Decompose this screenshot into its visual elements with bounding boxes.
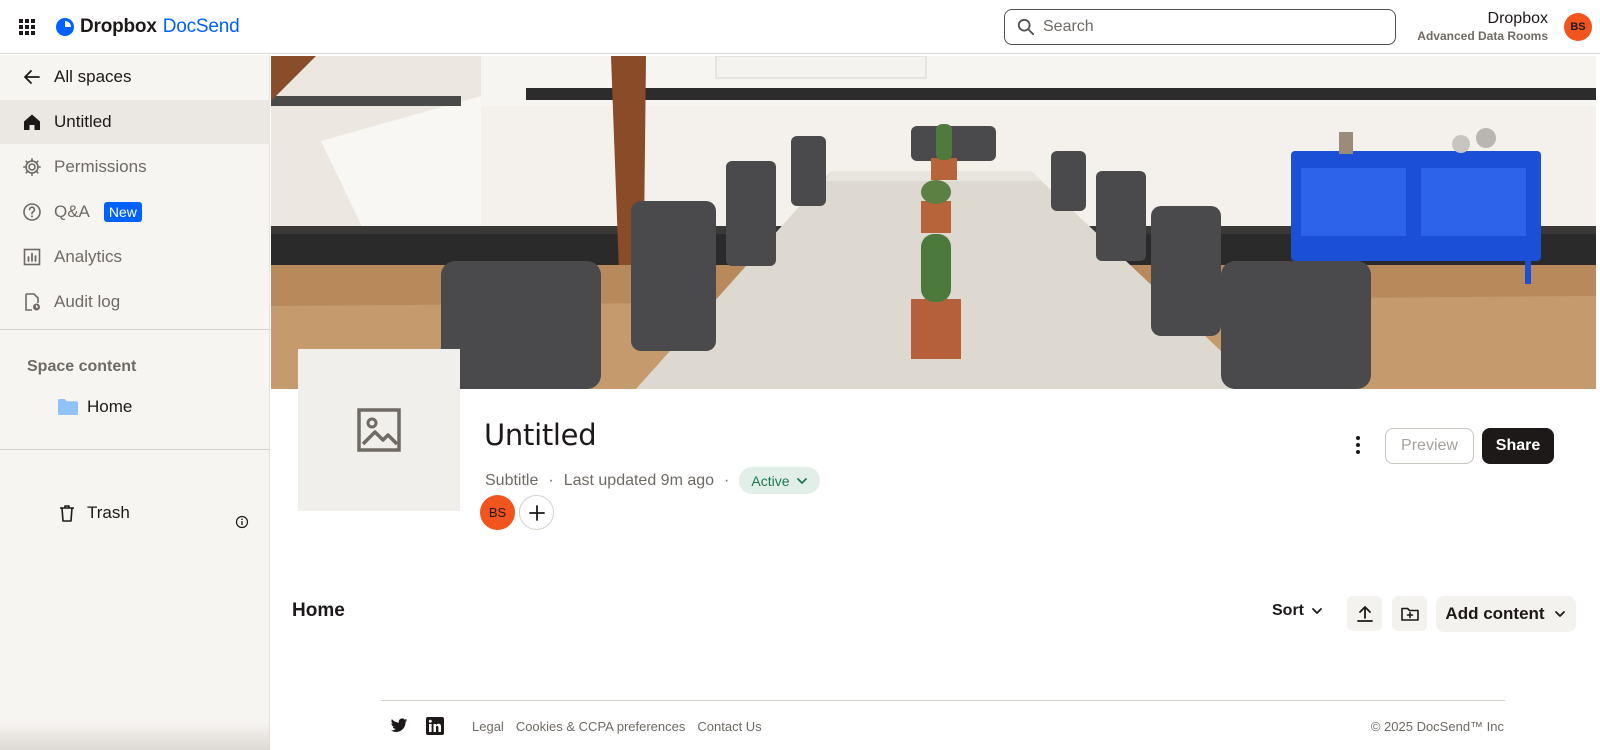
arrow-left-icon [24,70,40,84]
footer-link-legal[interactable]: Legal [472,719,504,734]
sidebar-item-label: Q&A [54,202,90,221]
top-bar: Dropbox DocSend Dropbox Advanced Data Ro… [0,0,1600,54]
audit-icon [25,293,40,311]
user-avatar[interactable]: BS [1564,13,1592,41]
space-logo-placeholder[interactable] [298,349,460,511]
copyright: © 2025 DocSend™ Inc [1370,718,1504,734]
status-label: Active [751,472,790,489]
sidebar-item-label: Untitled [54,112,112,131]
meta-separator: · [724,471,730,489]
all-spaces-link[interactable]: All spaces [0,55,270,99]
footer-link-contact[interactable]: Contact Us [697,719,761,734]
sidebar-divider [0,449,270,450]
image-placeholder-icon [357,408,401,452]
docsend-logo-icon [56,18,74,36]
plus-icon [528,504,545,521]
sidebar-shadow [0,722,270,750]
space-content-heading: Space content [27,358,137,375]
status-badge[interactable]: Active [739,467,820,494]
question-icon [23,203,41,221]
upload-button[interactable] [1347,596,1382,631]
sidebar-item-audit-log[interactable]: Audit log [0,280,270,324]
space-meta: Subtitle · Last updated 9m ago · Active [485,467,820,494]
folder-home[interactable]: Home [57,397,132,417]
chevron-down-icon [1312,608,1322,614]
content-heading: Home [292,600,345,621]
upload-icon [1356,605,1373,622]
plan-name: Advanced Data Rooms [1417,29,1548,43]
sidebar-item-label: Audit log [54,292,121,311]
sort-label: Sort [1272,602,1304,619]
footer: Legal Cookies & CCPA preferences Contact… [390,717,1504,735]
twitter-icon[interactable] [390,718,408,734]
gear-icon [23,158,41,176]
new-folder-button[interactable] [1392,596,1427,631]
sidebar: All spaces Untitled Permissions Q&A New … [0,55,270,750]
all-spaces-label: All spaces [54,67,132,86]
bar-chart-icon [23,248,41,266]
sort-dropdown[interactable]: Sort [1272,602,1324,620]
preview-button[interactable]: Preview [1385,428,1474,464]
chevron-down-icon [796,477,807,484]
sidebar-item-label: Analytics [54,247,123,266]
app-grid-icon[interactable] [18,18,36,36]
space-banner-image [271,56,1596,389]
search-input[interactable] [1043,18,1373,36]
home-icon [24,114,40,130]
logo[interactable]: Dropbox DocSend [56,14,240,40]
last-updated: Last updated 9m ago [563,471,715,489]
folder-plus-icon [1400,607,1419,621]
add-member-button[interactable] [519,495,554,530]
add-content-button[interactable]: Add content [1436,596,1576,632]
footer-link-cookies[interactable]: Cookies & CCPA preferences [516,719,686,734]
meta-separator: · [548,471,554,489]
org-name: Dropbox [1487,10,1548,27]
share-button[interactable]: Share [1482,428,1554,464]
folder-label: Home [87,397,133,416]
logo-text-primary: Dropbox [80,16,157,37]
footer-divider [381,700,1505,701]
trash-item[interactable]: Trash [57,503,257,523]
logo-text-secondary: DocSend [162,16,240,37]
member-avatar[interactable]: BS [480,495,515,530]
members-row: BS [480,495,554,530]
chevron-down-icon [1554,611,1565,617]
linkedin-icon[interactable] [426,717,444,735]
new-badge: New [103,202,142,222]
social-links [390,717,444,735]
space-subtitle[interactable]: Subtitle [485,472,538,490]
sidebar-item-label: Permissions [54,157,147,176]
sidebar-divider [0,329,270,330]
add-content-label: Add content [1445,604,1545,623]
sidebar-item-analytics[interactable]: Analytics [0,235,270,279]
search-icon [1017,18,1035,36]
folder-icon [58,399,78,415]
space-title[interactable]: Untitled [484,418,597,452]
sidebar-item-untitled[interactable]: Untitled [0,100,270,144]
account-switcher[interactable]: Dropbox Advanced Data Rooms [1417,9,1548,44]
trash-icon [60,505,74,522]
sidebar-item-permissions[interactable]: Permissions [0,145,270,189]
search-box[interactable] [1004,9,1396,45]
trash-label: Trash [87,503,130,522]
sidebar-item-qa[interactable]: Q&A New [0,190,270,234]
info-icon[interactable] [235,515,249,529]
more-options-icon[interactable] [1350,433,1366,457]
